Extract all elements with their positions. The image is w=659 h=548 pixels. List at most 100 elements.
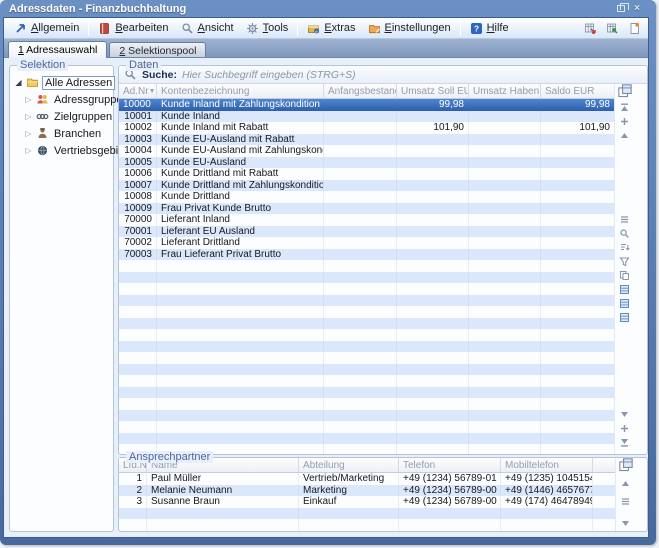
tree-item-alle-adressen[interactable]: ◢Alle Adressen <box>14 74 111 91</box>
account-row[interactable]: 10001Kunde Inland <box>119 111 614 123</box>
folder-icon <box>26 76 39 89</box>
search-bar: Suche: <box>119 66 647 84</box>
cell-soll <box>397 157 469 169</box>
add-button[interactable] <box>617 115 632 128</box>
cell-mobil: +49 (1235) 1045154 <box>501 473 593 485</box>
empty-cell <box>469 387 541 399</box>
export-table-icon[interactable] <box>582 20 598 36</box>
gear-icon <box>246 22 259 35</box>
empty-cell <box>324 421 397 433</box>
cell-soll <box>397 226 469 238</box>
column-chooser-icon[interactable] <box>617 84 633 98</box>
column-header-saldo-eur[interactable]: Saldo EUR <box>541 84 614 98</box>
go-last-button[interactable] <box>617 436 632 449</box>
search-button[interactable] <box>617 227 632 240</box>
column-header-anfangsbestand-eur[interactable]: Anfangsbestand EUR <box>324 84 397 98</box>
cell-anfang <box>324 249 397 261</box>
column-header-blank[interactable] <box>593 458 615 472</box>
empty-row <box>119 398 614 410</box>
sort-button[interactable] <box>617 241 632 254</box>
cell-name: Frau Lieferant Privat Brutto <box>157 249 324 261</box>
account-row[interactable]: 10008Kunde Drittland <box>119 191 614 203</box>
collapsed-triangle-icon[interactable]: ▷ <box>24 95 33 104</box>
column-header-mobiltelefon[interactable]: Mobiltelefon <box>501 458 593 472</box>
collapsed-triangle-icon[interactable]: ▷ <box>24 146 33 155</box>
tree-item-branchen[interactable]: ▷Branchen <box>14 125 111 142</box>
empty-cell <box>119 398 157 410</box>
selection-tree: ◢Alle Adressen▷Adressgruppen▷Zielgruppen… <box>10 66 113 159</box>
tree-item-adressgruppen[interactable]: ▷Adressgruppen <box>14 91 111 108</box>
menu-hilfe[interactable]: ?Hilfe <box>464 20 515 37</box>
import-table-icon[interactable] <box>604 20 620 36</box>
grid-layout-button[interactable] <box>617 311 632 324</box>
filter-button[interactable] <box>617 255 632 268</box>
account-row[interactable]: 10009Frau Privat Kunde Brutto <box>119 203 614 215</box>
tree-item-zielgruppen[interactable]: ▷Zielgruppen <box>14 108 111 125</box>
account-row[interactable]: 10005Kunde EU-Ausland <box>119 157 614 169</box>
scroll-down-button[interactable] <box>618 517 633 530</box>
expanded-triangle-icon[interactable]: ◢ <box>14 78 23 87</box>
column-header-telefon[interactable]: Telefon <box>399 458 501 472</box>
scroll-up-button[interactable] <box>617 129 632 142</box>
empty-cell <box>469 283 541 295</box>
empty-cell <box>324 341 397 353</box>
close-button[interactable]: × <box>629 2 645 15</box>
help-icon: ? <box>470 22 483 35</box>
scroll-down-button[interactable] <box>617 408 632 421</box>
new-note-icon[interactable] <box>626 20 642 36</box>
column-header-umsatz-haben-eur[interactable]: Umsatz Haben EUR <box>469 84 541 98</box>
menu-label: Extras <box>324 22 355 34</box>
account-row[interactable]: 10006Kunde Drittland mit Rabatt <box>119 168 614 180</box>
empty-cell <box>541 421 614 433</box>
column-chooser-icon[interactable] <box>618 458 634 472</box>
cell-abteilung: Einkauf <box>299 496 399 508</box>
cell-nr: 70003 <box>119 249 157 261</box>
restore-button[interactable] <box>613 2 629 15</box>
account-row[interactable]: 70003Frau Lieferant Privat Brutto <box>119 249 614 261</box>
row-size-button[interactable] <box>617 213 632 226</box>
title-bar: Adressdaten - Finanzbuchhaltung × <box>3 0 649 17</box>
magnifier-icon <box>181 22 194 35</box>
account-row[interactable]: 10007Kunde Drittland mit Zahlungskonditi… <box>119 180 614 192</box>
contact-row[interactable]: 2Melanie NeumannMarketing+49 (1234) 5678… <box>119 485 615 497</box>
grid-layout-button[interactable] <box>617 283 632 296</box>
menu-ansicht[interactable]: Ansicht <box>175 20 240 37</box>
empty-cell <box>119 341 157 353</box>
menu-tools[interactable]: Tools <box>240 20 295 37</box>
contact-row[interactable]: 1Paul MüllerVertrieb/Marketing+49 (1234)… <box>119 473 615 485</box>
go-first-button[interactable] <box>617 101 632 114</box>
add-button[interactable] <box>617 422 632 435</box>
account-row[interactable]: 10000Kunde Inland mit Zahlungskondition … <box>119 99 614 111</box>
tree-item-vertriebsgebiete[interactable]: ▷Vertriebsgebiete <box>14 142 111 159</box>
menu-extras[interactable]: eExtras <box>301 20 361 37</box>
column-header-kontenbezeichnung[interactable]: Kontenbezeichnung <box>157 84 324 98</box>
empty-cell <box>541 306 614 318</box>
collapsed-triangle-icon[interactable]: ▷ <box>24 129 33 138</box>
menu-allgemein[interactable]: Allgemein <box>8 20 85 37</box>
scroll-up-button[interactable] <box>618 477 633 490</box>
cell-haben <box>469 99 541 111</box>
search-input[interactable] <box>182 69 642 81</box>
column-header-ad-nr[interactable]: Ad.Nr▼ <box>119 84 157 98</box>
tab-adressauswahl[interactable]: 1 Adressauswahl <box>8 41 107 58</box>
account-row[interactable]: 10003Kunde EU-Ausland mit Rabatt <box>119 134 614 146</box>
account-row[interactable]: 70000Lieferant Inland <box>119 214 614 226</box>
column-header-umsatz-soll-eur[interactable]: Umsatz Soll EUR <box>397 84 469 98</box>
account-row[interactable]: 70001Lieferant EU Ausland <box>119 226 614 238</box>
account-row[interactable]: 10004Kunde EU-Ausland mit Zahlungskondit… <box>119 145 614 157</box>
empty-row <box>119 433 614 445</box>
contact-row[interactable]: 3Susanne BraunEinkauf+49 (1234) 56789-00… <box>119 496 615 508</box>
row-size-button[interactable] <box>618 495 633 508</box>
column-header-abteilung[interactable]: Abteilung <box>299 458 399 472</box>
empty-cell <box>157 283 324 295</box>
collapsed-triangle-icon[interactable]: ▷ <box>24 112 33 121</box>
tab-selektionspool[interactable]: 2 Selektionspool <box>109 42 206 57</box>
copy-button[interactable] <box>617 269 632 282</box>
account-row[interactable]: 10002Kunde Inland mit Rabatt101,90101,90 <box>119 122 614 134</box>
menu-bearbeiten[interactable]: Bearbeiten <box>92 20 174 37</box>
empty-cell <box>324 260 397 272</box>
grid-layout-button[interactable] <box>617 297 632 310</box>
empty-cell <box>324 398 397 410</box>
menu-einstellungen[interactable]: Einstellungen <box>362 20 457 37</box>
account-row[interactable]: 70002Lieferant Drittland <box>119 237 614 249</box>
